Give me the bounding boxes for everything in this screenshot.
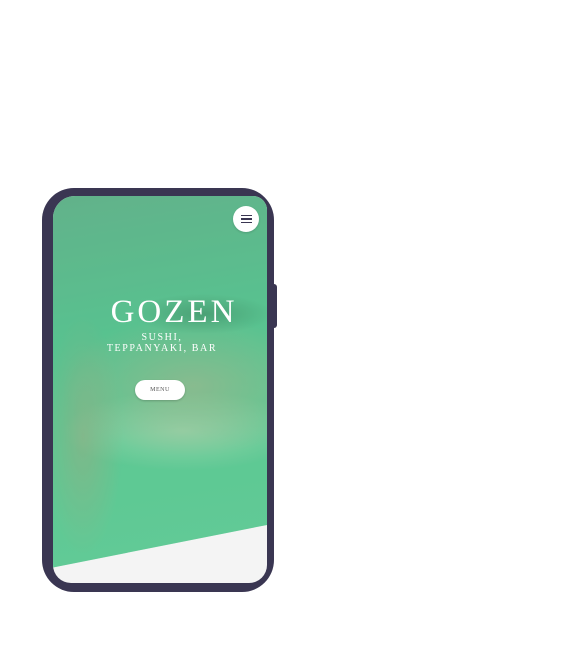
brand-subtitle-line2: TEPPANYAKI, BAR xyxy=(106,343,218,354)
brand-subtitle: SUSHI, TEPPANYAKI, BAR xyxy=(55,332,267,354)
phone-side-button xyxy=(271,284,277,328)
brand-subtitle-line1: SUSHI, xyxy=(141,332,183,343)
menu-toggle-button[interactable] xyxy=(233,206,259,232)
brand-title: GOZEN xyxy=(110,294,238,330)
phone-screen: GOZEN SUSHI, TEPPANYAKI, BAR MENU xyxy=(53,196,267,583)
menu-button[interactable]: MENU xyxy=(135,380,185,400)
hamburger-icon xyxy=(240,215,252,223)
